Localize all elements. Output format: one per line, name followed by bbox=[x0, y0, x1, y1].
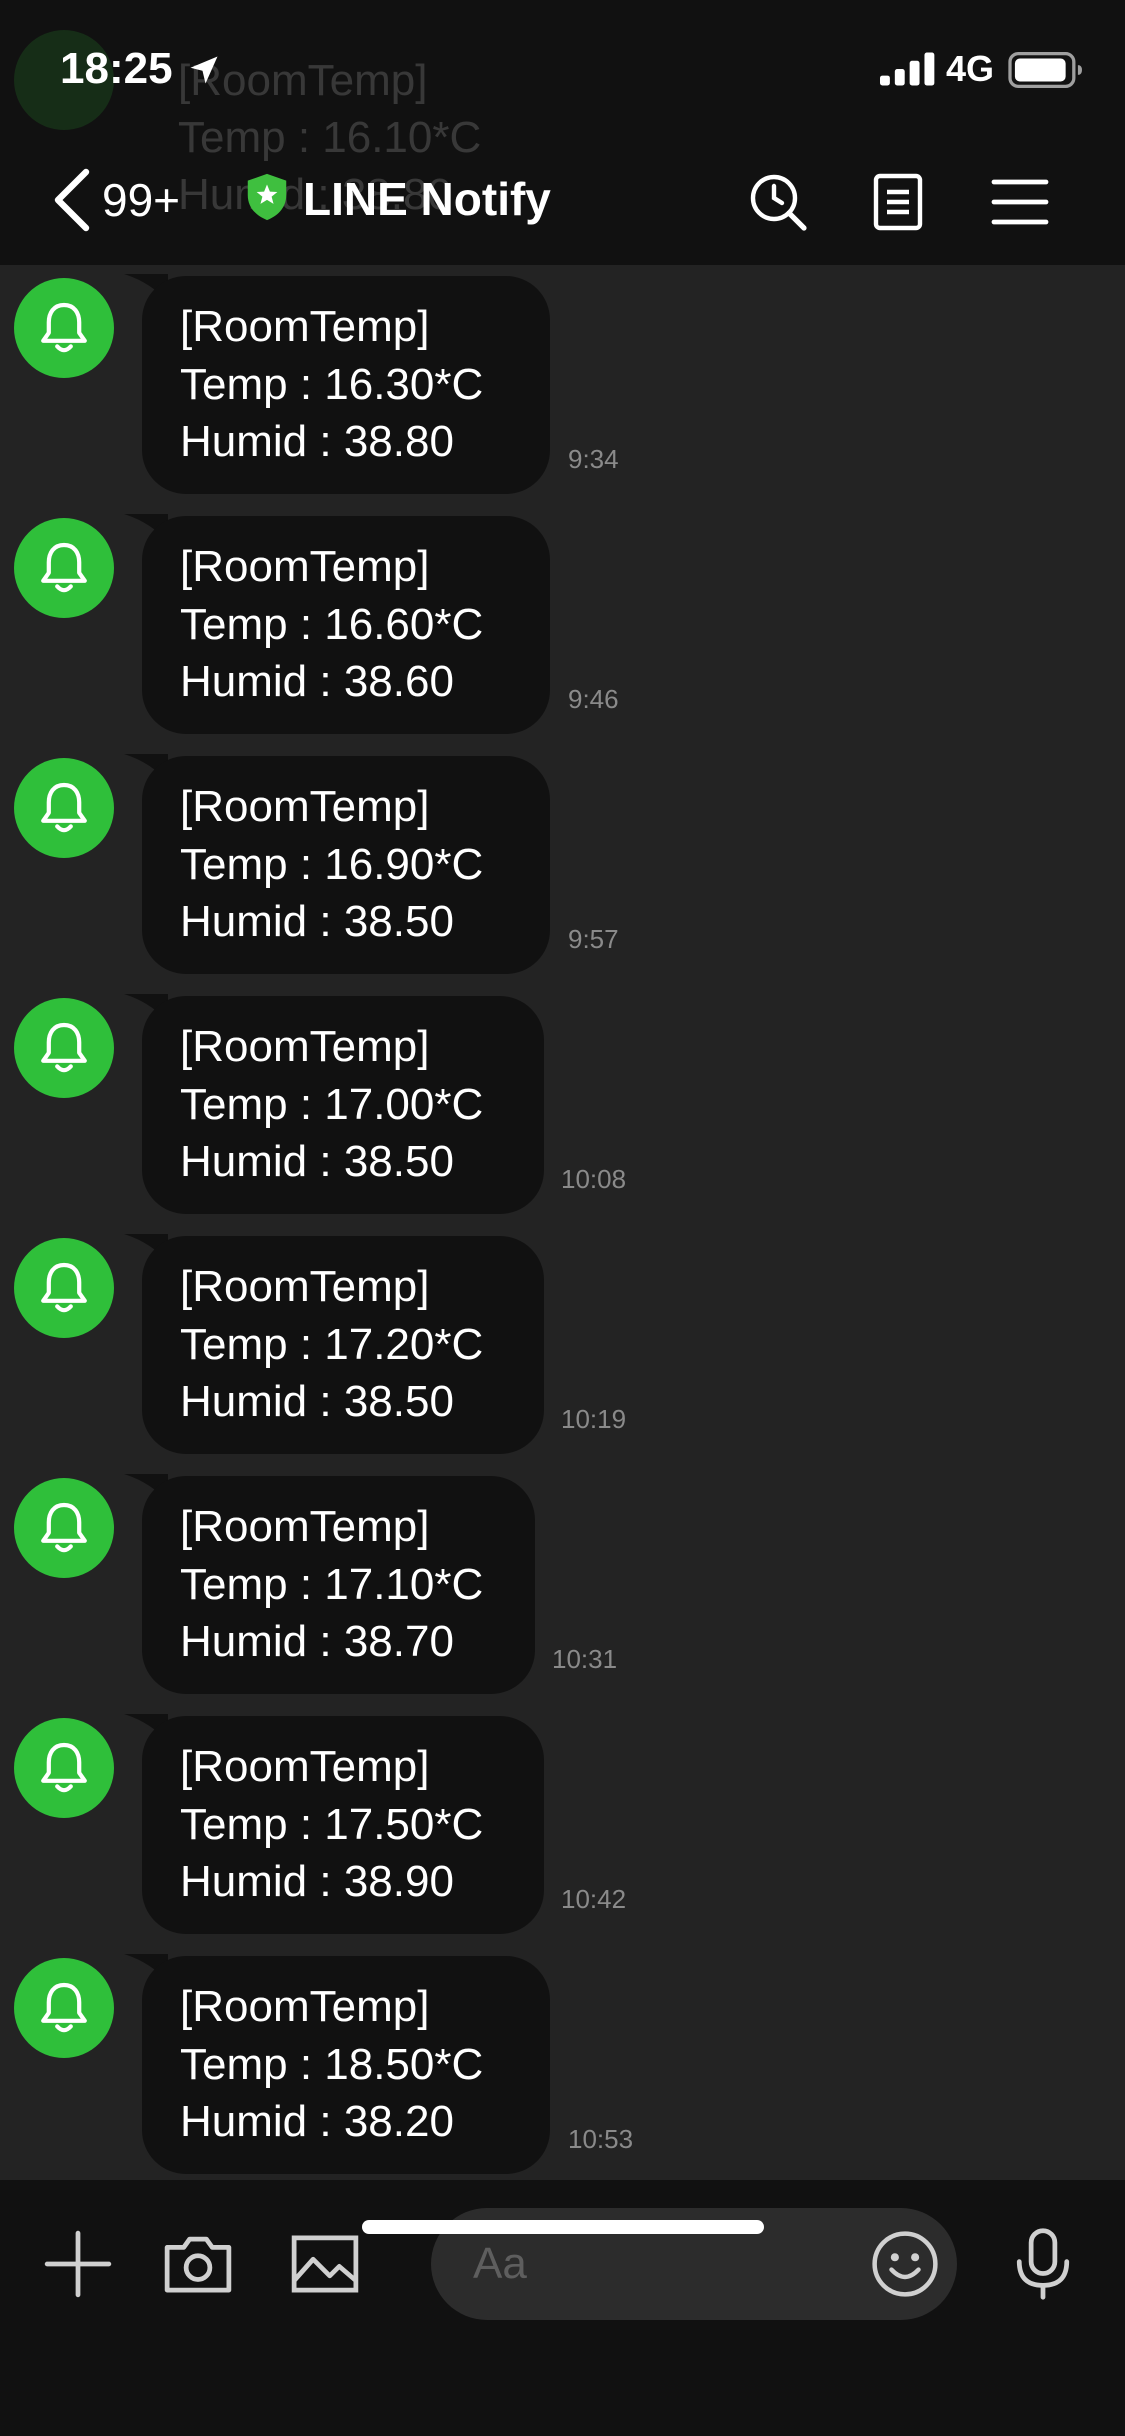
message-bubble[interactable]: [RoomTemp] Temp : 16.90*C Humid : 38.50 bbox=[142, 756, 550, 974]
message-heading: [RoomTemp] bbox=[180, 1022, 430, 1071]
back-button[interactable]: 99+ bbox=[50, 160, 220, 240]
message-bubble[interactable]: [RoomTemp] Temp : 17.50*C Humid : 38.90 bbox=[142, 1716, 544, 1934]
bell-icon bbox=[41, 1742, 87, 1793]
message-bubble[interactable]: [RoomTemp] Temp : 17.10*C Humid : 38.70 bbox=[142, 1476, 535, 1694]
message-temperature: Temp : 18.50*C bbox=[180, 2039, 484, 2089]
sender-avatar[interactable] bbox=[14, 1718, 114, 1818]
search-history-icon[interactable] bbox=[746, 170, 810, 234]
message-temperature: Temp : 17.00*C bbox=[180, 1079, 484, 1129]
message-item: [RoomTemp] Temp : 18.50*C Humid : 38.20 … bbox=[0, 1950, 1125, 2180]
message-item: [RoomTemp] Temp : 16.90*C Humid : 38.50 … bbox=[0, 750, 1125, 990]
notes-icon[interactable] bbox=[866, 170, 930, 234]
message-timestamp: 10:19 bbox=[561, 1404, 627, 1434]
bell-icon bbox=[41, 782, 87, 833]
message-temperature: Temp : 16.60*C bbox=[180, 599, 484, 649]
microphone-icon[interactable] bbox=[1005, 2226, 1081, 2302]
message-heading: [RoomTemp] bbox=[180, 1742, 430, 1791]
message-timestamp: 9:34 bbox=[568, 444, 619, 474]
menu-icon[interactable] bbox=[988, 170, 1052, 234]
bell-icon bbox=[41, 302, 87, 353]
bell-icon bbox=[41, 1982, 87, 2033]
message-item: [RoomTemp] Temp : 17.20*C Humid : 38.50 … bbox=[0, 1230, 1125, 1470]
sender-avatar[interactable] bbox=[14, 1958, 114, 2058]
message-temperature: Temp : 16.30*C bbox=[180, 359, 484, 409]
home-indicator[interactable] bbox=[362, 2220, 764, 2234]
sender-avatar[interactable] bbox=[14, 278, 114, 378]
battery-icon bbox=[1008, 52, 1082, 88]
emoji-icon[interactable] bbox=[869, 2228, 941, 2300]
chat-title: LINE Notify bbox=[303, 173, 551, 225]
message-timestamp: 9:57 bbox=[568, 924, 619, 954]
message-humidity: Humid : 38.50 bbox=[180, 1377, 454, 1426]
message-input-bar bbox=[0, 2180, 1125, 2436]
message-heading: [RoomTemp] bbox=[180, 1262, 430, 1311]
message-temperature: Temp : 17.20*C bbox=[180, 1319, 484, 1369]
message-temperature: Temp : 17.50*C bbox=[180, 1799, 484, 1849]
back-chevron-icon bbox=[54, 168, 90, 232]
message-heading: [RoomTemp] bbox=[180, 782, 430, 831]
message-bubble[interactable]: [RoomTemp] Temp : 17.00*C Humid : 38.50 bbox=[142, 996, 544, 1214]
message-heading: [RoomTemp] bbox=[180, 542, 430, 591]
sender-avatar[interactable] bbox=[14, 1478, 114, 1578]
status-bar: 18:25 4G bbox=[0, 0, 1125, 140]
message-humidity: Humid : 38.90 bbox=[180, 1857, 454, 1906]
message-item: [RoomTemp] Temp : 17.00*C Humid : 38.50 … bbox=[0, 990, 1125, 1230]
message-timestamp: 10:53 bbox=[568, 2124, 634, 2154]
message-list[interactable]: [RoomTemp] Temp : 16.30*C Humid : 38.80 … bbox=[0, 265, 1125, 2180]
shield-icon bbox=[247, 173, 287, 221]
message-item: [RoomTemp] Temp : 16.60*C Humid : 38.60 … bbox=[0, 510, 1125, 750]
bell-icon bbox=[41, 1022, 87, 1073]
navigation-bar: 99+ LINE Notify bbox=[0, 160, 1125, 240]
bell-icon bbox=[41, 542, 87, 593]
camera-icon[interactable] bbox=[160, 2226, 236, 2302]
message-temperature: Temp : 17.10*C bbox=[180, 1559, 484, 1609]
message-timestamp: 9:46 bbox=[568, 684, 619, 714]
message-item: [RoomTemp] Temp : 17.10*C Humid : 38.70 … bbox=[0, 1470, 1125, 1710]
plus-icon[interactable] bbox=[40, 2226, 116, 2302]
bell-icon bbox=[41, 1262, 87, 1313]
message-item: [RoomTemp] Temp : 17.50*C Humid : 38.90 … bbox=[0, 1710, 1125, 1950]
status-time: 18:25 bbox=[60, 44, 173, 93]
message-humidity: Humid : 38.50 bbox=[180, 897, 454, 946]
message-timestamp: 10:42 bbox=[561, 1884, 627, 1914]
message-temperature: Temp : 16.90*C bbox=[180, 839, 484, 889]
message-timestamp: 10:08 bbox=[561, 1164, 627, 1194]
message-heading: [RoomTemp] bbox=[180, 1982, 430, 2031]
signal-strength-icon bbox=[880, 52, 935, 86]
message-humidity: Humid : 38.60 bbox=[180, 657, 454, 706]
message-humidity: Humid : 38.50 bbox=[180, 1137, 454, 1186]
sender-avatar[interactable] bbox=[14, 758, 114, 858]
message-bubble[interactable]: [RoomTemp] Temp : 18.50*C Humid : 38.20 bbox=[142, 1956, 550, 2174]
message-bubble[interactable]: [RoomTemp] Temp : 16.60*C Humid : 38.60 bbox=[142, 516, 550, 734]
network-type: 4G bbox=[946, 48, 995, 89]
message-bubble[interactable]: [RoomTemp] Temp : 17.20*C Humid : 38.50 bbox=[142, 1236, 544, 1454]
message-humidity: Humid : 38.70 bbox=[180, 1617, 454, 1666]
image-icon[interactable] bbox=[287, 2226, 363, 2302]
chat-header: [RoomTemp] Temp : 16.10*C Humid : 38.80 … bbox=[0, 0, 1125, 265]
message-bubble[interactable]: [RoomTemp] Temp : 16.30*C Humid : 38.80 bbox=[142, 276, 550, 494]
unread-count: 99+ bbox=[102, 174, 181, 226]
message-timestamp: 10:31 bbox=[552, 1644, 618, 1674]
sender-avatar[interactable] bbox=[14, 998, 114, 1098]
message-humidity: Humid : 38.80 bbox=[180, 417, 454, 466]
message-item: [RoomTemp] Temp : 16.30*C Humid : 38.80 … bbox=[0, 270, 1125, 510]
sender-avatar[interactable] bbox=[14, 1238, 114, 1338]
message-humidity: Humid : 38.20 bbox=[180, 2097, 454, 2146]
message-heading: [RoomTemp] bbox=[180, 302, 430, 351]
message-heading: [RoomTemp] bbox=[180, 1502, 430, 1551]
sender-avatar[interactable] bbox=[14, 518, 114, 618]
bell-icon bbox=[41, 1502, 87, 1553]
location-arrow-icon bbox=[190, 56, 218, 84]
